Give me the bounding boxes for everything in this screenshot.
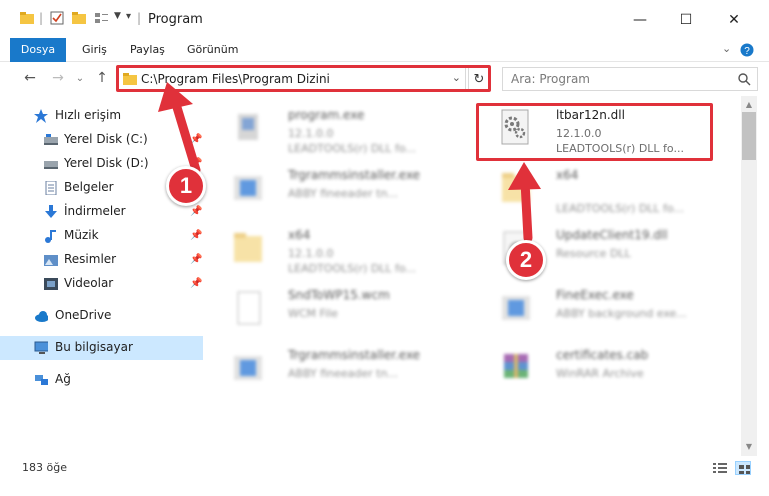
arrow-to-file (508, 162, 541, 243)
arrow-to-address (158, 82, 201, 175)
annotation-arrows (158, 82, 541, 243)
callout-step-1: 1 (166, 166, 206, 206)
callout-step-2: 2 (506, 240, 546, 280)
